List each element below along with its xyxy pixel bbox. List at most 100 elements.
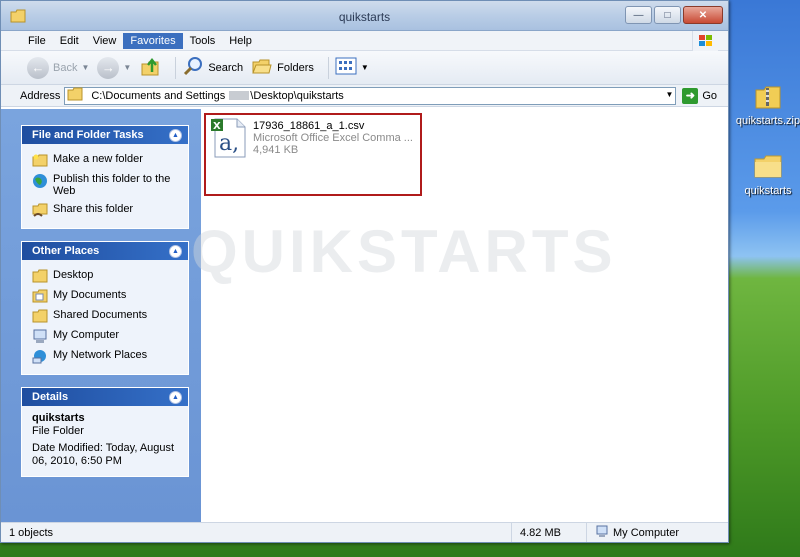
- zip-folder-icon: [752, 80, 784, 112]
- place-desktop[interactable]: Desktop: [32, 266, 180, 286]
- folders-icon: [251, 55, 273, 80]
- panel-header[interactable]: Details ▲: [22, 388, 188, 406]
- search-label: Search: [208, 61, 244, 74]
- window-title: quikstarts: [338, 10, 391, 24]
- go-button[interactable]: ➜ Go: [682, 87, 718, 104]
- details-modified-line1: Date Modified: Today, August: [32, 442, 175, 454]
- new-folder-icon: [32, 153, 48, 167]
- task-publish-web[interactable]: Publish this folder to the Web: [32, 170, 180, 200]
- task-label: Make a new folder: [53, 153, 143, 165]
- file-folder-tasks-panel: File and Folder Tasks ▲ Make a new folde…: [21, 125, 189, 229]
- menu-help[interactable]: Help: [222, 33, 259, 49]
- folder-icon: [752, 150, 784, 182]
- place-my-documents[interactable]: My Documents: [32, 286, 180, 306]
- place-label: Shared Documents: [53, 309, 148, 321]
- folder-icon: [32, 309, 48, 323]
- menu-favorites[interactable]: Favorites: [123, 32, 183, 49]
- content-area: File and Folder Tasks ▲ Make a new folde…: [1, 109, 728, 522]
- chevron-down-icon: ▼: [123, 63, 132, 72]
- menu-view[interactable]: View: [86, 33, 124, 49]
- close-button[interactable]: ✕: [683, 6, 723, 24]
- forward-arrow-icon: →: [97, 56, 120, 79]
- share-icon: [32, 203, 48, 217]
- chevron-down-icon[interactable]: ▼: [665, 90, 673, 99]
- folder-icon: [67, 87, 83, 104]
- panel-title: Details: [32, 391, 69, 403]
- collapse-icon[interactable]: ▲: [169, 390, 182, 404]
- place-label: Desktop: [53, 269, 94, 281]
- go-label: Go: [702, 89, 718, 102]
- place-label: My Documents: [53, 289, 127, 301]
- up-folder-icon: [139, 55, 161, 80]
- status-objects: 1 objects: [1, 523, 512, 542]
- globe-icon: [32, 173, 48, 188]
- task-label: Share this folder: [53, 203, 134, 215]
- folders-button[interactable]: Folders: [251, 55, 314, 80]
- folder-icon: [32, 269, 48, 283]
- panel-title: File and Folder Tasks: [32, 129, 144, 141]
- place-my-network[interactable]: My Network Places: [32, 346, 180, 366]
- back-label: Back: [53, 61, 78, 74]
- windows-logo-icon: [692, 31, 718, 51]
- explorer-window: quikstarts — □ ✕ File Edit View Favorite…: [0, 0, 729, 543]
- collapse-icon[interactable]: ▲: [169, 128, 182, 142]
- panel-header[interactable]: File and Folder Tasks ▲: [22, 126, 188, 144]
- address-bar: Address C:\Documents and Settings \Deskto…: [1, 85, 728, 107]
- details-type: File Folder: [32, 425, 84, 437]
- file-list-pane[interactable]: QUIKSTARTS a, X 17936_18861_a_1.csv Micr…: [191, 109, 728, 522]
- address-label: Address: [20, 89, 61, 102]
- highlight-annotation-box: [204, 113, 422, 196]
- task-share-folder[interactable]: Share this folder: [32, 200, 180, 220]
- details-modified-line2: 06, 2010, 6:50 PM: [32, 455, 122, 467]
- folders-label: Folders: [277, 61, 314, 74]
- chevron-down-icon: ▼: [360, 63, 369, 72]
- address-path: C:\Documents and Settings \Desktop\quikst…: [87, 90, 343, 102]
- views-button[interactable]: ▼: [335, 57, 369, 78]
- toolbar: ← Back ▼ → ▼ Search Folders ▼: [1, 51, 728, 85]
- desktop-icon-folder[interactable]: quikstarts: [730, 150, 800, 197]
- watermark: QUIKSTARTS: [191, 218, 617, 285]
- search-button[interactable]: Search: [182, 55, 243, 80]
- menu-edit[interactable]: Edit: [53, 33, 86, 49]
- computer-icon: [595, 525, 609, 541]
- back-button[interactable]: ← Back ▼: [27, 56, 89, 79]
- desktop-icon-zip[interactable]: quikstarts.zip: [730, 80, 800, 127]
- place-label: My Network Places: [53, 349, 148, 361]
- redacted-username: [229, 91, 250, 101]
- place-shared-documents[interactable]: Shared Documents: [32, 306, 180, 326]
- status-location-label: My Computer: [613, 526, 680, 539]
- menu-file[interactable]: File: [21, 33, 53, 49]
- minimize-button[interactable]: —: [625, 6, 652, 24]
- menu-tools[interactable]: Tools: [183, 33, 223, 49]
- go-arrow-icon: ➜: [682, 87, 699, 104]
- address-path-suffix: \Desktop\quikstarts: [250, 89, 344, 102]
- details-name: quikstarts: [32, 412, 85, 424]
- task-pane: File and Folder Tasks ▲ Make a new folde…: [1, 109, 201, 522]
- address-input[interactable]: C:\Documents and Settings \Desktop\quikst…: [64, 86, 677, 105]
- up-folder-button[interactable]: [139, 55, 161, 80]
- toolbar-divider: [175, 56, 177, 79]
- network-icon: [32, 349, 48, 364]
- place-my-computer[interactable]: My Computer: [32, 326, 180, 346]
- desktop-icon-label: quikstarts: [744, 185, 792, 197]
- folder-icon: [32, 289, 48, 303]
- back-arrow-icon: ←: [27, 56, 49, 79]
- maximize-button[interactable]: □: [654, 6, 681, 24]
- collapse-icon[interactable]: ▲: [169, 244, 182, 258]
- toolbar-divider: [327, 56, 329, 79]
- task-make-new-folder[interactable]: Make a new folder: [32, 150, 180, 170]
- desktop-icon-label: quikstarts.zip: [735, 115, 800, 127]
- title-bar[interactable]: quikstarts — □ ✕: [1, 1, 728, 31]
- panel-title: Other Places: [32, 245, 100, 257]
- computer-icon: [32, 329, 48, 343]
- forward-button[interactable]: → ▼: [97, 56, 132, 79]
- status-size: 4.82 MB: [512, 523, 587, 542]
- status-bar: 1 objects 4.82 MB My Computer: [1, 522, 728, 542]
- status-location: My Computer: [587, 523, 728, 542]
- views-icon: [335, 57, 357, 78]
- details-panel: Details ▲ quikstarts File Folder Date Mo…: [21, 387, 189, 477]
- address-path-prefix: C:\Documents and Settings: [91, 89, 226, 102]
- task-label: Publish this folder to the Web: [53, 173, 171, 197]
- search-icon: [182, 55, 204, 80]
- panel-header[interactable]: Other Places ▲: [22, 242, 188, 260]
